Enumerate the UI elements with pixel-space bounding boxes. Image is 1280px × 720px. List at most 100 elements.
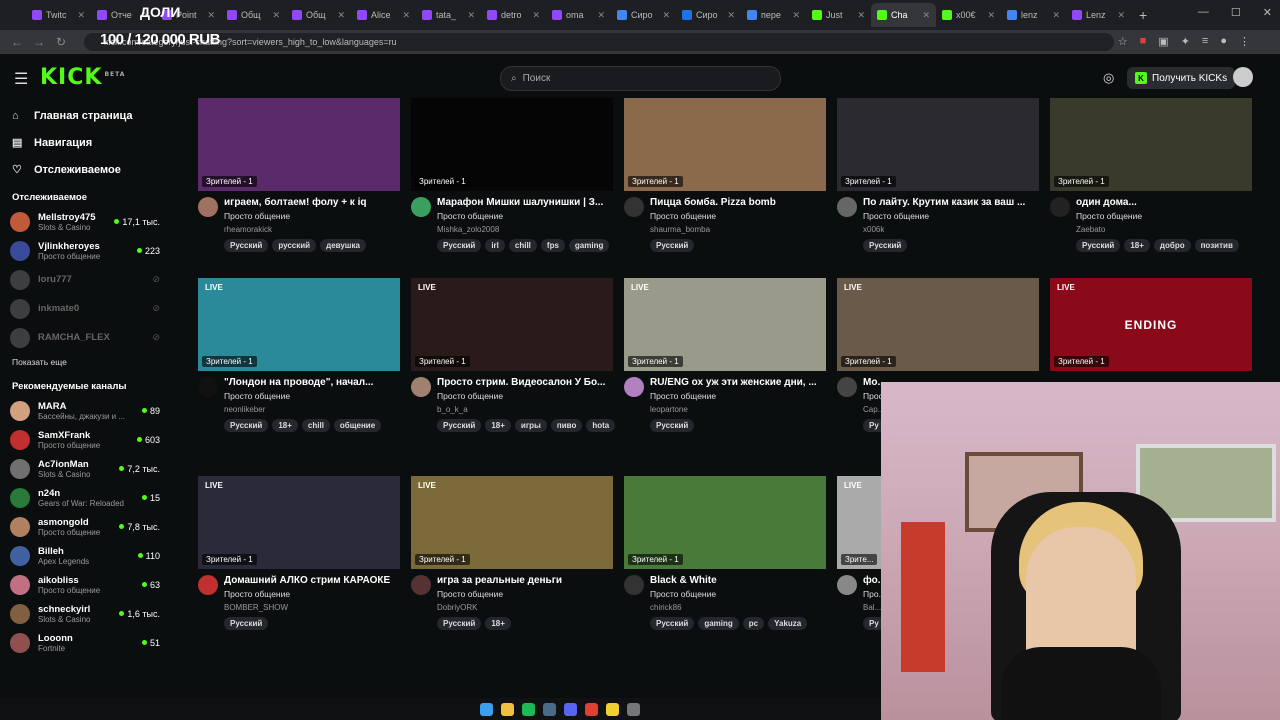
stream-username[interactable]: DobriyORK [437,603,613,612]
stream-title[interactable]: "Лондон на проводе", начал... [224,377,400,388]
user-avatar[interactable] [1233,67,1253,87]
browser-tab[interactable]: lenz ✕ [1001,3,1066,27]
show-more-link[interactable]: Показать еще [0,352,170,372]
stream-card[interactable]: Зрителей - 1 один дома... Просто общение Za… [1050,98,1252,252]
stream-title[interactable]: Просто стрим. Видеосалон У Бо... [437,377,613,388]
tab-close-icon[interactable]: ✕ [922,10,930,21]
stream-category[interactable]: Просто общение [224,211,400,221]
stream-card[interactable]: LIVE Зрителей - 1 игра за реальные деньги П… [411,476,613,630]
stream-category[interactable]: Просто общение [437,211,613,221]
sidebar-nav-item[interactable]: ▤ Навигация [0,129,170,156]
stream-title[interactable]: один дома... [1076,197,1252,208]
stream-card[interactable]: LIVE Зрителей - 1 Домашний АЛКО стрим КАРА… [198,476,400,630]
stream-thumbnail[interactable]: LIVE Зрителей - 1 [411,278,613,371]
stream-tag[interactable]: позитив [1194,239,1239,252]
sidebar-channel[interactable]: n24n Gears of War: Reloaded 15 [0,483,170,512]
stream-tag[interactable]: 18+ [485,617,511,630]
stream-tag[interactable]: Русский [650,419,695,432]
channel-avatar[interactable] [198,575,218,595]
stream-title[interactable]: Домашний АЛКО стрим КАРАОКЕ [224,575,400,586]
stream-category[interactable]: Просто общение [437,391,613,401]
stream-username[interactable]: shaurma_bomba [650,225,826,234]
channel-avatar[interactable] [411,197,431,217]
stream-tag[interactable]: chill [508,239,537,252]
tab-close-icon[interactable]: ✕ [467,10,475,21]
stream-tag[interactable]: gaming [698,617,739,630]
stream-category[interactable]: Просто общение [1076,211,1252,221]
adblock-icon[interactable]: ■ [1140,35,1147,48]
stream-card[interactable]: Зрителей - 1 По лайту. Крутим казик за ва… [837,98,1039,252]
browser-tab[interactable]: Twitc ✕ [26,3,91,27]
stream-category[interactable]: Просто общение [224,589,400,599]
stream-tag[interactable]: gaming [568,239,610,252]
stream-tag[interactable]: добро [1153,239,1191,252]
channel-avatar[interactable] [624,197,644,217]
stream-title[interactable]: игра за реальные деньги [437,575,613,586]
tab-close-icon[interactable]: ✕ [402,10,410,21]
file-explorer-icon[interactable] [501,702,514,716]
stream-tag[interactable]: Русский [224,617,269,630]
channel-avatar[interactable] [837,377,857,397]
stream-category[interactable]: Просто общение [224,391,400,401]
sidebar-channel[interactable]: MARA Бассейны, джакузи и ... 89 [0,396,170,425]
stream-tag[interactable]: pc [742,617,765,630]
url-input[interactable]: kick.com/category/just-chatting?sort=vie… [84,33,1114,51]
stream-tag[interactable]: Русский [437,239,482,252]
stream-tag[interactable]: Русский [224,419,269,432]
browser-tab[interactable]: Just ✕ [806,3,871,27]
stream-username[interactable]: x006k [863,225,1039,234]
browser-tab[interactable]: Общ ✕ [286,3,351,27]
stream-card[interactable]: Зрителей - 1 Марафон Мишки шалунишки | З.… [411,98,613,252]
stream-tag[interactable]: Русский [1076,239,1121,252]
stream-card[interactable]: LIVE Зрителей - 1 RU/ENG ох уж эти женские… [624,278,826,432]
stream-title[interactable]: Марафон Мишки шалунишки | З... [437,197,613,208]
sidebar-channel[interactable]: Vjlinkheroyes Просто общение 223 [0,236,170,265]
stream-tag[interactable]: русский [272,239,317,252]
stream-username[interactable]: Zaebato [1076,225,1252,234]
tab-close-icon[interactable]: ✕ [857,10,865,21]
stream-username[interactable]: chirick86 [650,603,826,612]
channel-avatar[interactable] [837,197,857,217]
new-tab-icon[interactable]: + [1139,7,1147,23]
channel-avatar[interactable] [198,377,218,397]
stream-tag[interactable]: 18+ [272,419,298,432]
stream-username[interactable]: Mishka_zolo2008 [437,225,613,234]
sidebar-channel[interactable]: loru777 ⊘ [0,265,170,294]
stream-tag[interactable]: 18+ [485,419,511,432]
channel-avatar[interactable] [624,575,644,595]
close-icon[interactable]: ✕ [1263,6,1272,19]
stream-thumbnail[interactable]: LIVE Зрителей - 1 [624,278,826,371]
sidebar-nav-item[interactable]: ♡ Отслеживаемое [0,156,170,183]
menu-icon[interactable]: ⋮ [1239,35,1250,48]
reload-icon[interactable]: ↻ [50,35,72,49]
browser-tab[interactable]: x00€ ✕ [936,3,1001,27]
browser-tab[interactable]: пере ✕ [741,3,806,27]
sidebar-channel[interactable]: Billeh Apex Legends 110 [0,541,170,570]
stream-title[interactable]: Пицца бомба. Pizza bomb [650,197,826,208]
sidebar-channel[interactable]: inkmate0 ⊘ [0,294,170,323]
channel-avatar[interactable] [198,197,218,217]
stream-tag[interactable]: Русский [437,617,482,630]
chrome-icon[interactable] [585,702,598,716]
stream-thumbnail[interactable]: Зрителей - 1 [624,476,826,569]
stream-tag[interactable]: irl [485,239,505,252]
stream-card[interactable]: LIVE Зрителей - 1 Просто стрим. Видеосалон… [411,278,616,432]
browser-tab[interactable]: detro ✕ [481,3,546,27]
stream-thumbnail[interactable]: Зрителей - 1 [411,98,613,191]
spotify-icon[interactable] [522,702,535,716]
stream-tag[interactable]: 18+ [1124,239,1150,252]
puzzle-icon[interactable]: ✦ [1181,35,1190,48]
browser-tab[interactable]: Сиро ✕ [611,3,676,27]
stream-thumbnail[interactable]: Зрителей - 1 [624,98,826,191]
back-icon[interactable]: ← [6,35,28,49]
stream-tag[interactable]: Русский [224,239,269,252]
tab-close-icon[interactable]: ✕ [337,10,345,21]
stream-tag[interactable]: chill [301,419,330,432]
stream-tag[interactable]: девушка [320,239,366,252]
stream-thumbnail[interactable]: LIVE Зрителей - 1 [198,278,400,371]
stream-card[interactable]: Зрителей - 1 Black & White Просто общение c… [624,476,826,630]
browser-tab[interactable]: Сиро ✕ [676,3,741,27]
stream-username[interactable]: rheamorakick [224,225,400,234]
stream-tag[interactable]: hota [586,419,616,432]
stream-tag[interactable]: игры [514,419,547,432]
